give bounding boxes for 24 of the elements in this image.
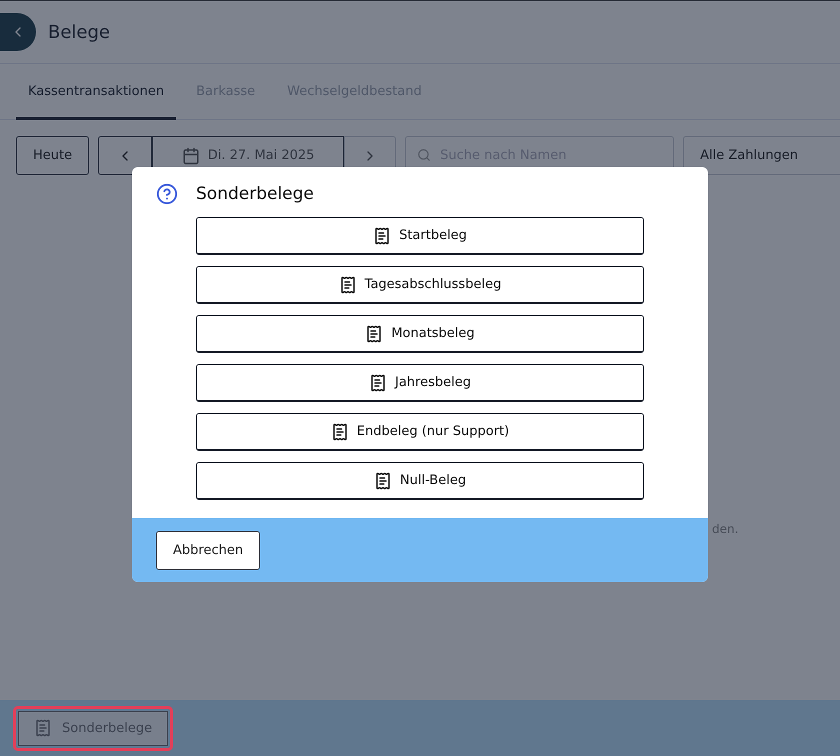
payment-filter-dropdown[interactable]: Alle Zahlungen: [683, 136, 840, 175]
receipt-icon: [34, 719, 52, 737]
receipt-option-button[interactable]: Tagesabschlussbeleg: [196, 266, 644, 304]
receipt-icon: [374, 472, 392, 490]
receipt-icon: [365, 324, 384, 342]
receipt-option-button[interactable]: Monatsbeleg: [196, 315, 644, 353]
receipt-icon: [338, 276, 357, 294]
receipt-icon: [330, 422, 349, 440]
help-icon: [156, 183, 178, 205]
today-button[interactable]: Heute: [16, 136, 90, 175]
tab[interactable]: Kassentransaktionen: [16, 64, 176, 120]
receipt-option-button[interactable]: Startbeleg: [196, 217, 644, 255]
back-button[interactable]: [0, 13, 36, 51]
receipt-option-button[interactable]: Endbeleg (nur Support): [196, 413, 644, 451]
receipt-option-button[interactable]: Null-Beleg: [196, 462, 644, 500]
calendar-icon: [182, 146, 200, 164]
receipt-option-button[interactable]: Jahresbeleg: [196, 364, 644, 402]
receipt-icon: [373, 226, 392, 244]
receipt-icon: [369, 374, 387, 392]
cancel-button[interactable]: Abbrechen: [156, 530, 260, 570]
page-title: Belege: [48, 22, 110, 42]
dialog-title: Sonderbelege: [196, 184, 314, 204]
search-icon: [417, 148, 432, 162]
previous-day-button[interactable]: [98, 136, 152, 175]
